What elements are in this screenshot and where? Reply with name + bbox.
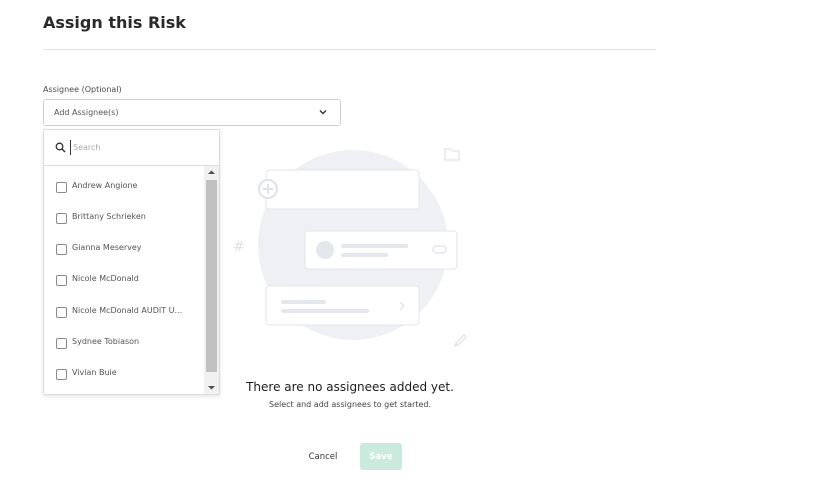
option-checkbox[interactable] xyxy=(56,275,67,286)
search-input[interactable] xyxy=(70,140,213,155)
empty-state-title: There are no assignees added yet. xyxy=(246,380,454,394)
option-label: Andrew Angione xyxy=(72,181,138,190)
list-item[interactable]: Gianna Meservey xyxy=(44,240,204,260)
option-label: Brittany Schrieken xyxy=(72,212,146,221)
option-checkbox[interactable] xyxy=(56,338,67,349)
list-scrollbar[interactable] xyxy=(204,166,219,394)
option-checkbox[interactable] xyxy=(56,182,67,193)
option-label: Vivian Buie xyxy=(72,368,117,377)
list-item[interactable]: Vivian Buie xyxy=(44,365,204,385)
save-button[interactable]: Save xyxy=(360,443,402,470)
list-item[interactable]: Sydnee Tobiason xyxy=(44,334,204,354)
option-label: Nicole McDonald AUDIT U... xyxy=(72,306,183,315)
assignee-select-value: Add Assignee(s) xyxy=(54,108,119,117)
title-divider xyxy=(43,49,656,50)
cancel-button[interactable]: Cancel xyxy=(296,447,350,467)
assignee-dropdown: Andrew Angione Brittany Schrieken Gianna… xyxy=(43,129,220,395)
dropdown-search xyxy=(44,130,219,166)
option-label: Sydnee Tobiason xyxy=(72,337,140,346)
assignee-select[interactable]: Add Assignee(s) xyxy=(43,99,341,126)
list-item[interactable]: Brittany Schrieken xyxy=(44,209,204,229)
dialog-title: Assign this Risk xyxy=(43,13,186,32)
scroll-thumb[interactable] xyxy=(206,180,217,372)
list-item[interactable]: Nicole McDonald AUDIT U... xyxy=(44,303,204,323)
empty-state-subtitle: Select and add assignees to get started. xyxy=(268,400,431,409)
assignee-list: Andrew Angione Brittany Schrieken Gianna… xyxy=(44,166,204,394)
empty-state-illustration: # xyxy=(233,148,467,347)
option-checkbox[interactable] xyxy=(56,369,67,380)
assignee-label: Assignee (Optional) xyxy=(43,85,122,94)
option-label: Gianna Meservey xyxy=(72,243,142,252)
chevron-down-icon xyxy=(319,110,327,115)
list-item[interactable]: Nicole McDonald xyxy=(44,271,204,291)
list-item[interactable]: Andrew Angione xyxy=(44,178,204,198)
option-checkbox[interactable] xyxy=(56,307,67,318)
scroll-up-icon[interactable] xyxy=(204,166,219,179)
svg-text:#: # xyxy=(233,239,245,255)
option-checkbox[interactable] xyxy=(56,213,67,224)
option-label: Nicole McDonald xyxy=(72,274,139,283)
option-checkbox[interactable] xyxy=(56,244,67,255)
search-icon xyxy=(55,142,66,153)
